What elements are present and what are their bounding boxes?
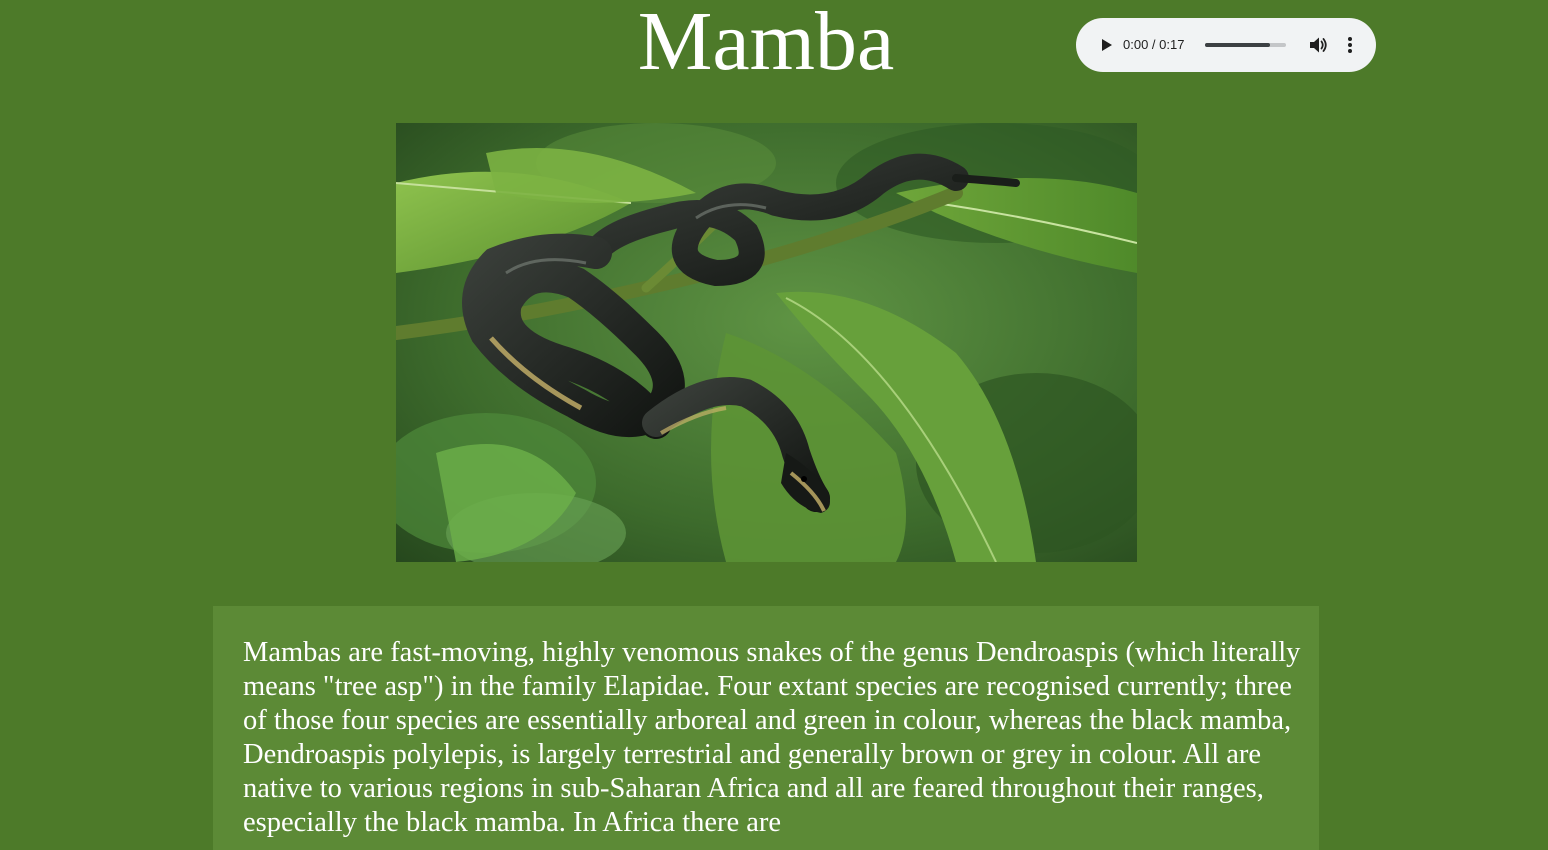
description-box: Mambas are fast-moving, highly venomous …	[213, 606, 1319, 850]
page: Mamba 0:00 / 0:17 Mambas are fast-moving…	[0, 0, 1548, 850]
audio-volume-slider[interactable]	[1205, 43, 1286, 47]
description-text: Mambas are fast-moving, highly venomous …	[243, 637, 1301, 838]
snake-image	[396, 123, 1137, 562]
audio-time-display: 0:00 / 0:17	[1123, 37, 1185, 52]
more-options-icon[interactable]	[1340, 34, 1360, 56]
play-icon[interactable]	[1096, 35, 1116, 55]
mamba-photo	[396, 123, 1137, 562]
volume-level-fill	[1205, 43, 1270, 47]
audio-player[interactable]: 0:00 / 0:17	[1076, 18, 1376, 72]
volume-icon[interactable]	[1308, 34, 1328, 56]
